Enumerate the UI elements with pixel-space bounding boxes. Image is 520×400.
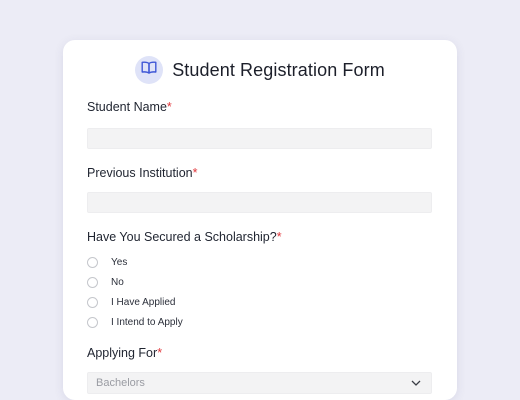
radio-button[interactable] xyxy=(87,317,98,328)
radio-label: I Have Applied xyxy=(111,297,176,308)
book-icon xyxy=(141,61,157,79)
scholarship-option-intend[interactable]: I Intend to Apply xyxy=(87,317,183,328)
applying-for-select[interactable]: Bachelors xyxy=(87,372,432,394)
scholarship-option-no[interactable]: No xyxy=(87,277,124,288)
registration-form-card: Student Registration Form Student Name* … xyxy=(63,40,457,400)
form-header: Student Registration Form xyxy=(63,55,457,85)
student-name-label: Student Name* xyxy=(87,100,172,114)
applying-for-label: Applying For* xyxy=(87,346,163,360)
student-name-input[interactable] xyxy=(87,128,432,149)
form-title: Student Registration Form xyxy=(172,59,385,80)
radio-label: No xyxy=(111,277,124,288)
radio-button[interactable] xyxy=(87,277,98,288)
select-value: Bachelors xyxy=(96,377,145,389)
form-logo xyxy=(135,56,164,84)
required-asterisk: * xyxy=(166,100,172,114)
scholarship-option-yes[interactable]: Yes xyxy=(87,257,127,268)
radio-label: I Intend to Apply xyxy=(111,317,183,328)
radio-button[interactable] xyxy=(87,257,98,268)
required-asterisk: * xyxy=(192,166,198,180)
scholarship-label: Have You Secured a Scholarship?* xyxy=(87,230,282,244)
previous-institution-input[interactable] xyxy=(87,192,432,213)
previous-institution-label: Previous Institution* xyxy=(87,166,198,180)
radio-button[interactable] xyxy=(87,297,98,308)
required-asterisk: * xyxy=(157,346,163,360)
scholarship-option-applied[interactable]: I Have Applied xyxy=(87,297,176,308)
radio-label: Yes xyxy=(111,257,128,268)
required-asterisk: * xyxy=(276,230,282,244)
chevron-down-icon xyxy=(411,380,421,386)
